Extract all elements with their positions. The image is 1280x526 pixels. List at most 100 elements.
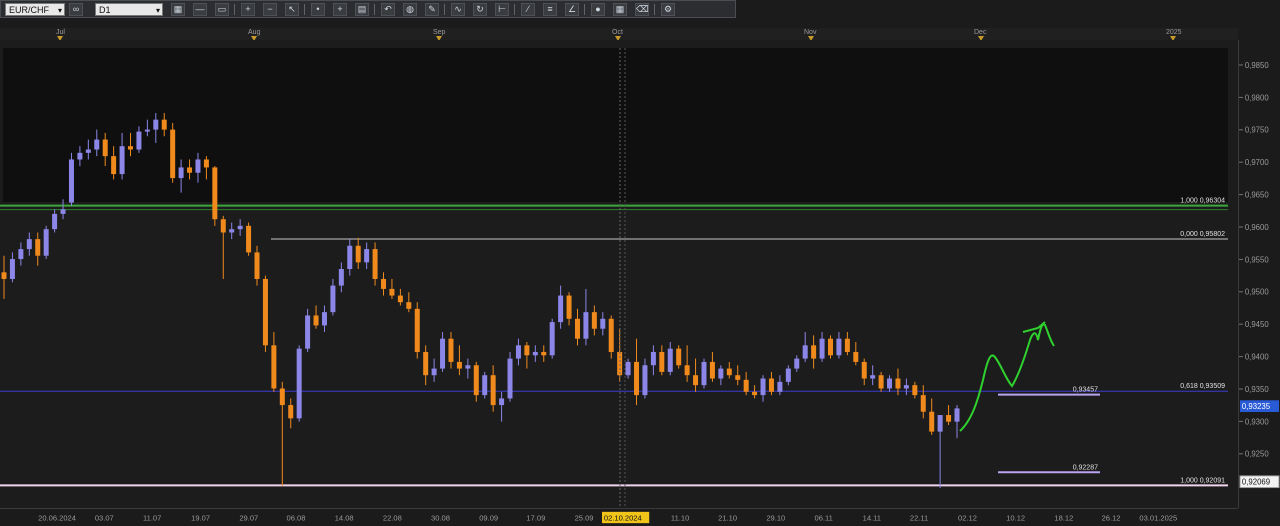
candle-body[interactable]: [161, 119, 167, 130]
candle-body[interactable]: [128, 146, 134, 150]
candle-body[interactable]: [549, 322, 555, 356]
candle-body[interactable]: [735, 375, 741, 380]
candle-body[interactable]: [60, 209, 66, 214]
candle-body[interactable]: [574, 318, 580, 339]
candle-body[interactable]: [338, 269, 344, 286]
candle-body[interactable]: [659, 351, 665, 372]
candle-body[interactable]: [102, 139, 108, 157]
candle-body[interactable]: [760, 378, 766, 396]
candle-body[interactable]: [895, 378, 901, 389]
candle-body[interactable]: [473, 365, 479, 396]
chart-type-icon[interactable]: ▦: [171, 3, 185, 16]
candle-body[interactable]: [448, 338, 454, 362]
candle-body[interactable]: [212, 167, 218, 220]
candle-body[interactable]: [625, 361, 631, 376]
candle-body[interactable]: [136, 131, 142, 150]
candle-body[interactable]: [667, 348, 673, 372]
candle-body[interactable]: [144, 129, 150, 132]
candle-body[interactable]: [946, 415, 952, 422]
candle-body[interactable]: [170, 129, 176, 179]
candle-body[interactable]: [18, 249, 24, 260]
candle-body[interactable]: [490, 375, 496, 406]
candle-body[interactable]: [853, 351, 859, 362]
candle-body[interactable]: [912, 385, 918, 396]
candle-body[interactable]: [684, 365, 690, 376]
symbol-select[interactable]: EUR/CHF ▾: [5, 3, 65, 16]
candle-body[interactable]: [583, 312, 589, 339]
candle-body[interactable]: [929, 411, 935, 432]
candle-body[interactable]: [77, 152, 83, 160]
candle-body[interactable]: [709, 361, 715, 379]
gann-icon[interactable]: ∠: [565, 3, 579, 16]
candle-body[interactable]: [693, 375, 699, 386]
candle-body[interactable]: [203, 159, 209, 168]
candle-body[interactable]: [482, 375, 488, 396]
price-chart[interactable]: 1,000 0,96304 0,000 0,95802 0,618 0,93509 1…: [0, 40, 1238, 508]
candle-body[interactable]: [313, 315, 319, 326]
candle-body[interactable]: [566, 295, 572, 319]
candle-body[interactable]: [355, 245, 361, 263]
candle-body[interactable]: [743, 379, 749, 392]
price-axis[interactable]: 0,9850 0,9800 0,9750 0,9700 0,9650 0,9600 0,95…: [1238, 40, 1280, 508]
candle-body[interactable]: [372, 249, 378, 279]
candle-body[interactable]: [423, 351, 429, 376]
candle-body[interactable]: [718, 368, 724, 379]
candle-body[interactable]: [279, 388, 285, 406]
candle-body[interactable]: [111, 156, 117, 175]
candle-body[interactable]: [515, 345, 521, 359]
candle-body[interactable]: [650, 351, 656, 366]
template-icon[interactable]: ▤: [355, 3, 369, 16]
candle-body[interactable]: [237, 225, 243, 230]
eraser-icon[interactable]: ⌫: [635, 3, 649, 16]
candle-body[interactable]: [777, 381, 783, 392]
candle-body[interactable]: [558, 295, 564, 323]
candle-body[interactable]: [541, 351, 547, 356]
candle-body[interactable]: [634, 361, 640, 396]
candle-body[interactable]: [35, 239, 41, 256]
candle-body[interactable]: [827, 338, 833, 356]
ruler-icon[interactable]: ⊢: [495, 3, 509, 16]
candle-body[interactable]: [878, 375, 884, 389]
candle-body[interactable]: [836, 338, 842, 356]
candle-body[interactable]: [954, 408, 960, 422]
grid-icon[interactable]: ▦: [613, 3, 627, 16]
candle-body[interactable]: [887, 378, 893, 389]
trend-icon[interactable]: ⁄: [521, 3, 535, 16]
candle-body[interactable]: [321, 312, 327, 326]
candle-body[interactable]: [364, 249, 370, 263]
candle-body[interactable]: [903, 385, 909, 389]
candle-body[interactable]: [414, 308, 420, 352]
link-icon[interactable]: ∞: [69, 3, 83, 16]
candle-body[interactable]: [642, 365, 648, 396]
globe-icon[interactable]: ◍: [403, 3, 417, 16]
candle-body[interactable]: [768, 378, 774, 392]
candle-body[interactable]: [591, 312, 597, 329]
candle-body[interactable]: [617, 351, 623, 376]
candle-body[interactable]: [262, 278, 268, 346]
candle-body[interactable]: [271, 345, 277, 389]
candle-body[interactable]: [431, 368, 437, 376]
candle-body[interactable]: [9, 259, 15, 279]
candle-body[interactable]: [920, 395, 926, 412]
candle-body[interactable]: [440, 338, 446, 369]
candle-body[interactable]: [819, 338, 825, 359]
candle-body[interactable]: [389, 288, 395, 296]
candle-body[interactable]: [397, 295, 403, 303]
timeframe-select[interactable]: D1 ▾: [95, 3, 163, 16]
line-icon[interactable]: —: [193, 3, 207, 16]
candle-body[interactable]: [752, 391, 758, 396]
candle-body[interactable]: [726, 368, 732, 376]
candle-body[interactable]: [608, 318, 614, 352]
zoom-in-icon[interactable]: +: [241, 3, 255, 16]
candle-body[interactable]: [94, 139, 100, 150]
candle-body[interactable]: [524, 345, 530, 356]
candle-body[interactable]: [43, 229, 49, 256]
candle-body[interactable]: [802, 345, 808, 359]
zoom-out-icon[interactable]: −: [263, 3, 277, 16]
indicators-icon[interactable]: ∿: [451, 3, 465, 16]
candle-body[interactable]: [507, 358, 513, 399]
rectangle-icon[interactable]: ▭: [215, 3, 229, 16]
candle-body[interactable]: [406, 302, 412, 309]
candle-body[interactable]: [119, 146, 125, 175]
candle-body[interactable]: [229, 229, 235, 233]
